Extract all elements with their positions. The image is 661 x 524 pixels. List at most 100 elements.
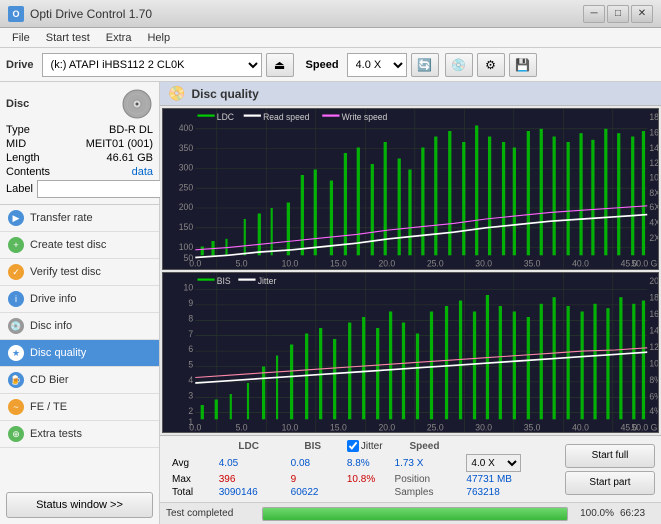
speed-display-select[interactable]: 4.0 X (466, 454, 521, 472)
nav-icon-extra-tests: ⊕ (8, 426, 24, 442)
nav-verify-test-disc[interactable]: ✓ Verify test disc (0, 259, 159, 286)
minimize-button[interactable]: ─ (583, 5, 605, 23)
svg-text:Jitter: Jitter (258, 275, 277, 285)
max-ldc: 396 (213, 473, 285, 486)
nav-drive-info[interactable]: i Drive info (0, 286, 159, 313)
titlebar: O Opti Drive Control 1.70 ─ □ ✕ (0, 0, 661, 28)
svg-text:8: 8 (188, 313, 193, 323)
menu-file[interactable]: File (4, 30, 38, 46)
position-value: 47731 MB (460, 473, 555, 486)
app-icon: O (8, 6, 24, 22)
svg-text:5: 5 (188, 359, 193, 369)
nav-icon-disc-quality: ★ (8, 345, 24, 361)
svg-text:20%: 20% (649, 275, 658, 285)
total-label: Total (166, 486, 213, 499)
length-value: 46.61 GB (107, 152, 153, 164)
svg-text:5.0: 5.0 (236, 258, 248, 268)
svg-text:0.0: 0.0 (189, 422, 201, 432)
svg-text:9: 9 (188, 297, 193, 307)
svg-text:14X: 14X (649, 143, 658, 153)
svg-text:10: 10 (184, 282, 194, 292)
svg-text:150: 150 (179, 222, 194, 232)
ldc-header: LDC (213, 439, 285, 453)
save-button[interactable]: 💾 (509, 53, 537, 77)
burn-button[interactable]: 💿 (445, 53, 473, 77)
close-button[interactable]: ✕ (631, 5, 653, 23)
start-part-button[interactable]: Start part (565, 471, 655, 495)
drive-select[interactable]: (k:) ATAPI iHBS112 2 CL0K (42, 53, 262, 77)
svg-text:LDC: LDC (217, 112, 234, 122)
svg-text:30.0: 30.0 (475, 422, 492, 432)
refresh-button[interactable]: 🔄 (411, 53, 439, 77)
start-full-button[interactable]: Start full (565, 444, 655, 468)
svg-text:12X: 12X (649, 158, 658, 168)
samples-value: 763218 (460, 486, 555, 499)
svg-text:10%: 10% (649, 358, 658, 368)
avg-jitter: 8.8% (341, 453, 389, 473)
svg-text:200: 200 (179, 202, 194, 212)
nav-disc-quality[interactable]: ★ Disc quality (0, 340, 159, 367)
nav-icon-create-test-disc: + (8, 237, 24, 253)
svg-text:Write speed: Write speed (342, 112, 388, 122)
chart-title: Disc quality (191, 87, 258, 101)
menu-extra[interactable]: Extra (98, 30, 140, 46)
app-title: Opti Drive Control 1.70 (30, 7, 152, 21)
position-label: Position (389, 473, 461, 486)
nav-fe-te[interactable]: ~ FE / TE (0, 394, 159, 421)
svg-text:30.0: 30.0 (475, 258, 492, 268)
speed-select[interactable]: 4.0 X (347, 53, 407, 77)
toolbar: Drive (k:) ATAPI iHBS112 2 CL0K ⏏ Speed … (0, 48, 661, 82)
disc-section-title: Disc (6, 98, 29, 110)
status-window-button[interactable]: Status window >> (6, 492, 153, 518)
nav-icon-disc-info: 💿 (8, 318, 24, 334)
svg-text:25.0: 25.0 (427, 258, 444, 268)
svg-text:Read speed: Read speed (263, 112, 310, 122)
jitter-checkbox[interactable] (347, 440, 359, 452)
nav-transfer-rate[interactable]: ▶ Transfer rate (0, 205, 159, 232)
menu-start-test[interactable]: Start test (38, 30, 98, 46)
total-bis: 60622 (285, 486, 341, 499)
svg-text:15.0: 15.0 (330, 258, 347, 268)
nav-icon-transfer-rate: ▶ (8, 210, 24, 226)
svg-text:12%: 12% (649, 341, 658, 351)
label-input[interactable] (37, 180, 175, 198)
progress-bar-fill (263, 508, 567, 520)
svg-text:35.0: 35.0 (524, 258, 541, 268)
maximize-button[interactable]: □ (607, 5, 629, 23)
settings-button[interactable]: ⚙ (477, 53, 505, 77)
svg-text:10.0: 10.0 (282, 258, 299, 268)
nav-icon-fe-te: ~ (8, 399, 24, 415)
jitter-checkbox-label[interactable]: Jitter (347, 440, 383, 452)
contents-value: data (132, 166, 153, 178)
nav-disc-info[interactable]: 💿 Disc info (0, 313, 159, 340)
svg-text:BIS: BIS (217, 275, 231, 285)
svg-text:16%: 16% (649, 308, 658, 318)
speed-header: Speed (389, 439, 461, 453)
nav-cd-bier[interactable]: 🍺 CD Bier (0, 367, 159, 394)
svg-text:4: 4 (188, 374, 193, 384)
chart-icon: 📀 (168, 85, 185, 102)
svg-text:2X: 2X (649, 233, 658, 243)
progress-percent: 100.0% (574, 508, 614, 519)
eject-button[interactable]: ⏏ (266, 53, 294, 77)
menu-help[interactable]: Help (139, 30, 178, 46)
svg-text:350: 350 (179, 143, 194, 153)
svg-text:10X: 10X (649, 172, 658, 182)
svg-text:25.0: 25.0 (427, 422, 444, 432)
progress-time: 66:23 (620, 508, 655, 519)
nav-extra-tests[interactable]: ⊕ Extra tests (0, 421, 159, 448)
svg-text:50.0 GB: 50.0 GB (631, 258, 658, 268)
svg-text:18X: 18X (649, 112, 658, 122)
disc-icon (121, 88, 153, 120)
sidebar: Disc Type BD-R DL MID MEIT01 (001) Lengt… (0, 82, 160, 524)
max-label: Max (166, 473, 213, 486)
avg-label: Avg (166, 453, 213, 473)
svg-text:2: 2 (188, 405, 193, 415)
type-value: BD-R DL (109, 124, 153, 136)
svg-text:4X: 4X (649, 218, 658, 228)
svg-text:7: 7 (188, 328, 193, 338)
menubar: File Start test Extra Help (0, 28, 661, 48)
nav-create-test-disc[interactable]: + Create test disc (0, 232, 159, 259)
svg-text:8%: 8% (649, 374, 658, 384)
length-label: Length (6, 152, 40, 164)
